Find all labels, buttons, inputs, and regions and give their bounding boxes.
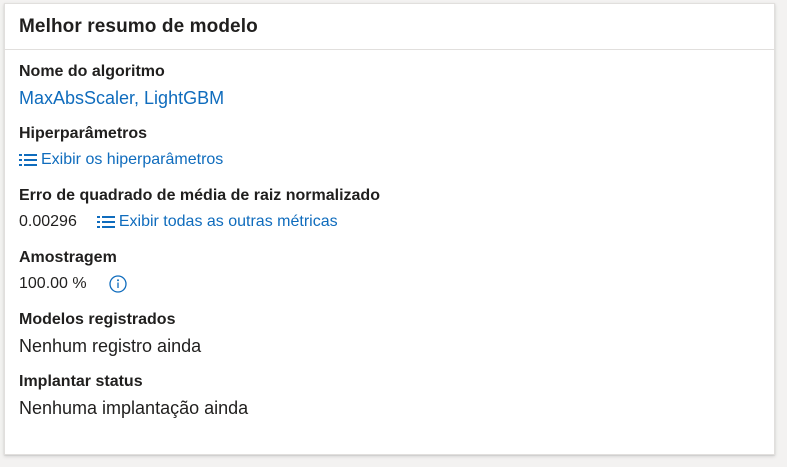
view-hyperparameters-link[interactable]: Exibir os hiperparâmetros (19, 151, 223, 169)
sampling-section: Amostragem 100.00 % (19, 248, 774, 297)
registered-models-value: Nenhum registro ainda (19, 335, 202, 356)
metric-value-line: 0.00296 Exibir todas as outras métricas (19, 209, 774, 235)
algorithm-name-link[interactable]: MaxAbsScaler, LightGBM (19, 88, 224, 109)
metric-label: Erro de quadrado de média de raiz normal… (19, 187, 380, 204)
deploy-status-label: Implantar status (19, 373, 143, 390)
view-all-metrics-link[interactable]: Exibir todas as outras métricas (96, 213, 338, 231)
hyperparameters-section: Hiperparâmetros Exibir os hiperparâmetro… (19, 124, 774, 173)
info-icon[interactable] (108, 275, 127, 293)
list-icon (19, 154, 37, 166)
card-title: Melhor resumo de modelo (19, 15, 258, 37)
card-body: Nome do algoritmo MaxAbsScaler, LightGBM… (5, 50, 774, 421)
deploy-status-section: Implantar status Nenhuma implantação ain… (19, 372, 774, 421)
card-header: Melhor resumo de modelo (5, 4, 774, 50)
hyperparameters-label: Hiperparâmetros (19, 125, 148, 142)
deploy-status-value: Nenhuma implantação ainda (19, 397, 249, 418)
best-model-summary-card: Melhor resumo de modelo Nome do algoritm… (4, 3, 775, 455)
metric-value: 0.00296 (19, 213, 77, 230)
registered-models-label: Modelos registrados (19, 311, 176, 328)
algorithm-label: Nome do algoritmo (19, 63, 165, 80)
list-icon (96, 216, 115, 228)
view-all-metrics-label: Exibir todas as outras métricas (118, 213, 338, 230)
view-hyperparameters-label: Exibir os hiperparâmetros (41, 151, 224, 168)
deploy-status-value-line: Nenhuma implantação ainda (19, 395, 774, 421)
sampling-value: 100.00 % (19, 275, 87, 292)
registered-models-section: Modelos registrados Nenhum registro aind… (19, 310, 774, 359)
hyperparameters-value-line: Exibir os hiperparâmetros (19, 147, 774, 173)
sampling-label: Amostragem (19, 249, 117, 266)
metric-section: Erro de quadrado de média de raiz normal… (19, 186, 774, 235)
registered-models-value-line: Nenhum registro ainda (19, 333, 774, 359)
sampling-value-line: 100.00 % (19, 271, 774, 297)
algorithm-section: Nome do algoritmo MaxAbsScaler, LightGBM (19, 62, 774, 111)
algorithm-value-line: MaxAbsScaler, LightGBM (19, 85, 774, 111)
